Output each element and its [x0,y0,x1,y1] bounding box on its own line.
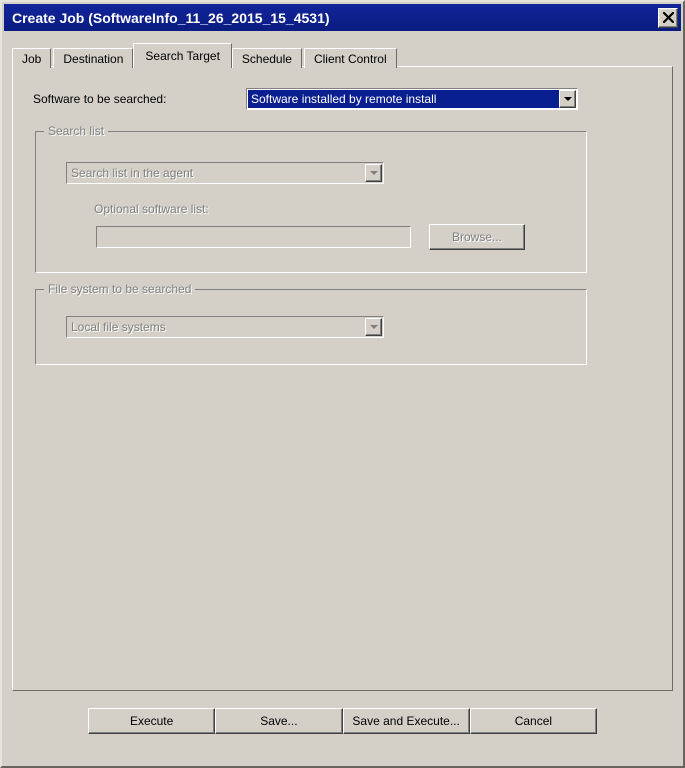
browse-button-label: Browse... [451,230,502,244]
browse-button[interactable]: Browse... [429,224,525,250]
software-to-be-searched-row: Software to be searched: Software instal… [33,88,653,110]
optional-software-list-label: Optional software list: [94,202,209,216]
tab-destination[interactable]: Destination [53,48,134,68]
button-label: Cancel [514,714,553,728]
save-button[interactable]: Save... [215,708,343,734]
tab-client-control[interactable]: Client Control [303,48,397,68]
search-target-panel: Software to be searched: Software instal… [12,66,673,691]
chevron-down-icon[interactable] [365,318,382,336]
tab-label: Schedule [241,51,292,66]
chevron-down-icon[interactable] [559,90,576,108]
tab-strip: Job Destination Search Target Schedule C… [12,43,399,68]
execute-button[interactable]: Execute [88,708,216,734]
cancel-button[interactable]: Cancel [469,708,597,734]
search-list-group: Search list Search list in the agent Opt… [35,124,587,273]
tab-job[interactable]: Job [12,48,52,68]
search-list-group-title: Search list [44,124,109,138]
tab-search-target[interactable]: Search Target [133,43,232,68]
close-icon[interactable] [658,7,678,28]
file-system-group: File system to be searched Local file sy… [35,282,587,365]
chevron-down-icon[interactable] [365,164,382,182]
software-to-be-searched-label: Software to be searched: [33,92,167,106]
tab-label: Job [22,51,42,66]
file-system-group-title: File system to be searched [44,282,196,296]
combobox-value: Local file systems [71,320,166,334]
combobox-value: Search list in the agent [71,166,194,180]
save-and-execute-button[interactable]: Save and Execute... [342,708,470,734]
tab-schedule[interactable]: Schedule [231,48,302,68]
button-label: Execute [129,714,174,728]
create-job-dialog: Create Job (SoftwareInfo_11_26_2015_15_4… [0,0,685,768]
software-to-be-searched-combobox[interactable]: Software installed by remote install [246,88,578,110]
combobox-value: Software installed by remote install [248,90,559,108]
file-system-combobox[interactable]: Local file systems [66,316,384,338]
tab-label: Client Control [313,51,387,66]
optional-software-list-input[interactable] [96,226,411,248]
search-list-combobox[interactable]: Search list in the agent [66,162,384,184]
window-title: Create Job (SoftwareInfo_11_26_2015_15_4… [12,9,330,26]
dialog-button-bar: Execute Save... Save and Execute... Canc… [12,707,673,735]
tab-label: Search Target [145,49,220,63]
tab-label: Destination [63,51,124,66]
button-label: Save and Execute... [352,714,460,728]
title-bar: Create Job (SoftwareInfo_11_26_2015_15_4… [4,4,681,31]
button-label: Save... [260,714,298,728]
